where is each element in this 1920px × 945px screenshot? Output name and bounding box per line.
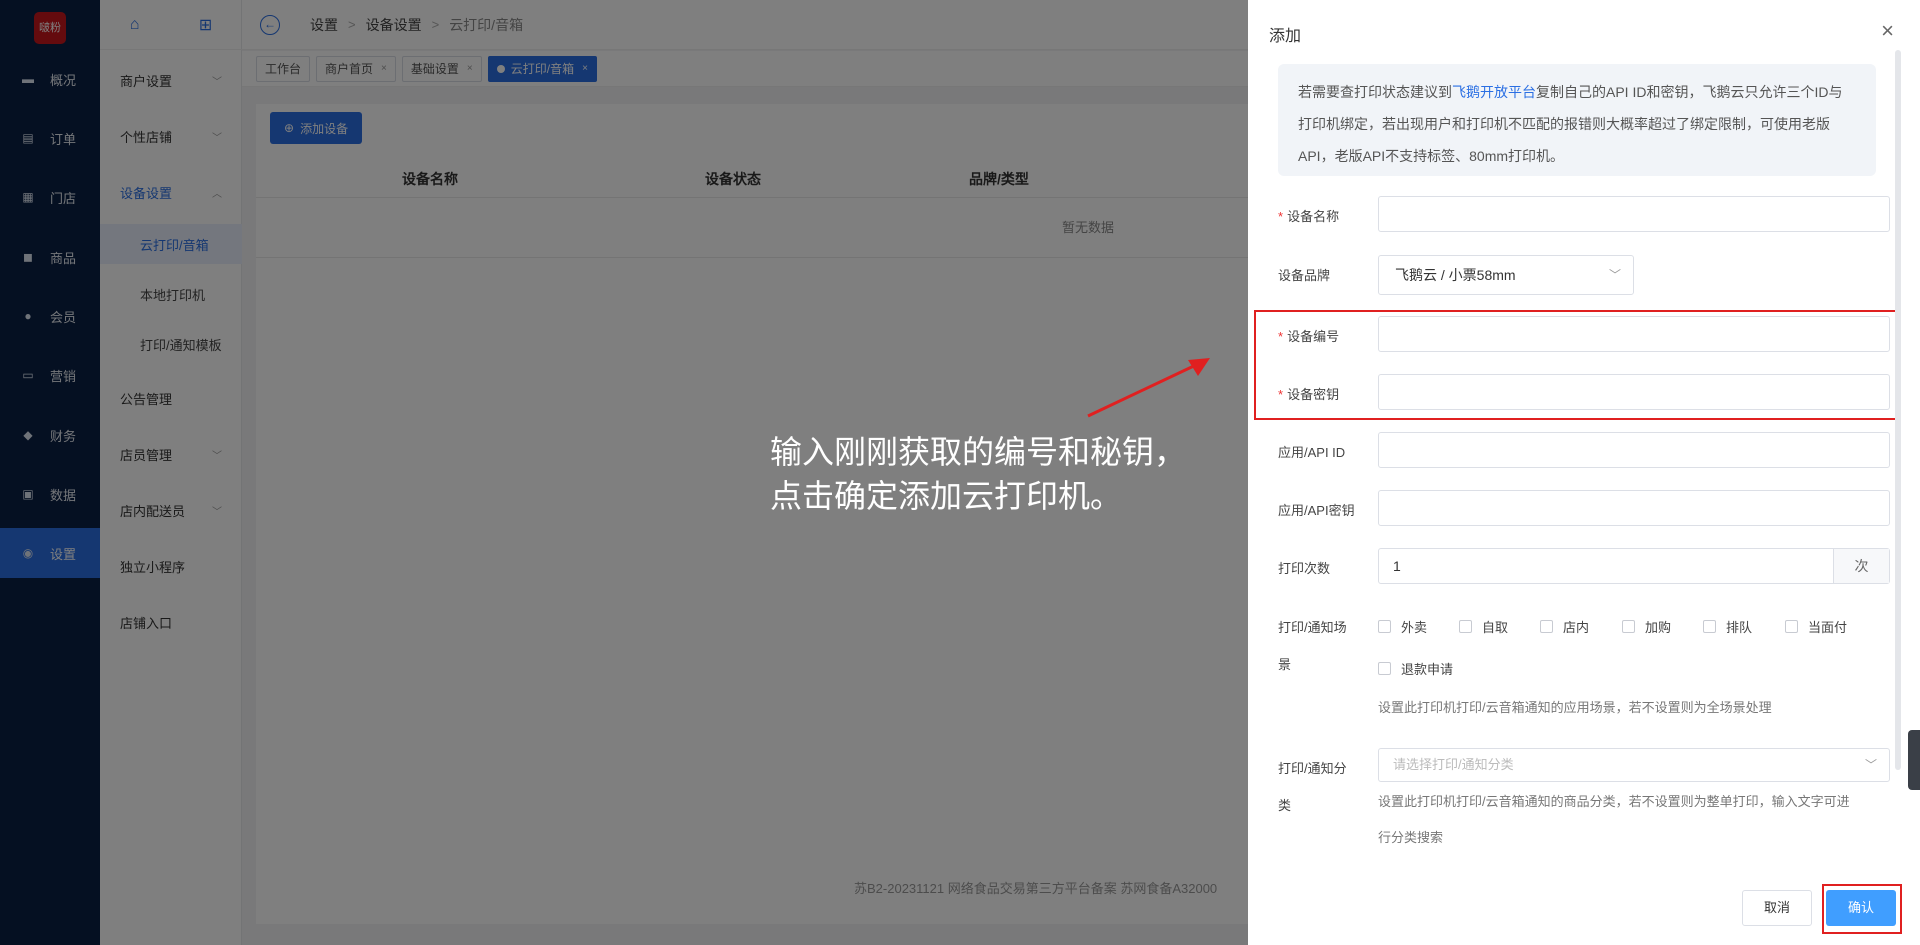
brand-select[interactable]: 飞鹅云 / 小票58mm ﹀ (1378, 255, 1634, 295)
scene-dinein-checkbox[interactable]: 店内 (1540, 617, 1589, 636)
tutorial-annotation: 输入刚刚获取的编号和秘钥， 点击确定添加云打印机。 (770, 430, 1186, 518)
checkbox-label: 退款申请 (1401, 662, 1454, 677)
checkbox-box (1622, 620, 1635, 633)
chevron-down-icon: ﹀ (1864, 758, 1877, 772)
checkbox-box (1378, 662, 1391, 675)
side-widget-handle[interactable] (1908, 730, 1920, 790)
category-hint: 设置此打印机打印/云音箱通知的商品分类，若不设置则为整单打印，输入文字可进 (1378, 794, 1850, 809)
category-label: 打印/通知分 (1278, 761, 1347, 776)
annotation-line: 点击确定添加云打印机。 (770, 477, 1123, 515)
input-value: 1 (1393, 558, 1401, 574)
highlight-box (1822, 884, 1902, 934)
drawer-title: 添加 (1269, 28, 1302, 45)
checkbox-label: 外卖 (1401, 620, 1428, 635)
checkbox-box (1785, 620, 1798, 633)
highlight-box (1254, 310, 1900, 420)
print-times-input[interactable]: 1次 (1378, 548, 1890, 584)
api-id-label: 应用/API ID (1278, 445, 1346, 460)
checkbox-label: 自取 (1482, 620, 1509, 635)
open-platform-link[interactable]: 飞鹅开放平台 (1452, 84, 1536, 100)
scene-facepay-checkbox[interactable]: 当面付 (1785, 617, 1847, 636)
checkbox-label: 加购 (1645, 620, 1672, 635)
device-name-label: * 设备名称 (1278, 206, 1339, 225)
checkbox-label: 排队 (1726, 620, 1753, 635)
checkbox-box (1540, 620, 1553, 633)
checkbox-box (1703, 620, 1716, 633)
close-icon[interactable]: × (1881, 20, 1894, 42)
scene-hint: 设置此打印机打印/云音箱通知的应用场景，若不设置则为全场景处理 (1378, 700, 1772, 715)
chevron-down-icon: ﹀ (1608, 268, 1621, 282)
scene-label: 打印/通知场 (1278, 620, 1347, 635)
select-value: 飞鹅云 / 小票58mm (1395, 267, 1516, 283)
print-times-suffix: 次 (1833, 549, 1889, 583)
print-times-label: 打印次数 (1278, 561, 1331, 576)
checkbox-box (1378, 620, 1391, 633)
scene-queue-checkbox[interactable]: 排队 (1703, 617, 1752, 636)
annotation-arrow-icon (1087, 358, 1210, 418)
notice-box: 若需要查打印状态建议到飞鹅开放平台复制自己的API ID和密钥，飞鹅云只允许三个… (1278, 64, 1876, 176)
category-select[interactable]: 请选择打印/通知分类 ﹀ (1378, 748, 1890, 782)
category-label: 类 (1278, 798, 1292, 813)
scene-pickup-checkbox[interactable]: 自取 (1459, 617, 1508, 636)
label-text: 设备名称 (1287, 209, 1340, 224)
cancel-button[interactable]: 取消 (1742, 890, 1812, 926)
add-device-drawer: 添加 × 若需要查打印状态建议到飞鹅开放平台复制自己的API ID和密钥，飞鹅云… (1248, 0, 1920, 945)
api-key-input[interactable] (1378, 490, 1890, 526)
drawer-scrollbar[interactable] (1895, 50, 1901, 770)
device-name-input[interactable] (1378, 196, 1890, 232)
required-mark: * (1278, 209, 1284, 224)
checkbox-box (1459, 620, 1472, 633)
notice-text: 若需要查打印状态建议到 (1298, 84, 1452, 100)
select-placeholder: 请选择打印/通知分类 (1393, 757, 1514, 772)
checkbox-label: 当面付 (1808, 620, 1848, 635)
scene-refund-checkbox[interactable]: 退款申请 (1378, 659, 1453, 678)
brand-label: 设备品牌 (1278, 268, 1331, 283)
scene-takeout-checkbox[interactable]: 外卖 (1378, 617, 1427, 636)
annotation-line: 输入刚刚获取的编号和秘钥， (770, 433, 1187, 471)
scene-addon-checkbox[interactable]: 加购 (1622, 617, 1671, 636)
scene-label: 景 (1278, 657, 1292, 672)
checkbox-label: 店内 (1563, 620, 1590, 635)
api-key-label: 应用/API密钥 (1278, 503, 1355, 518)
api-id-input[interactable] (1378, 432, 1890, 468)
category-hint: 行分类搜索 (1378, 830, 1444, 845)
